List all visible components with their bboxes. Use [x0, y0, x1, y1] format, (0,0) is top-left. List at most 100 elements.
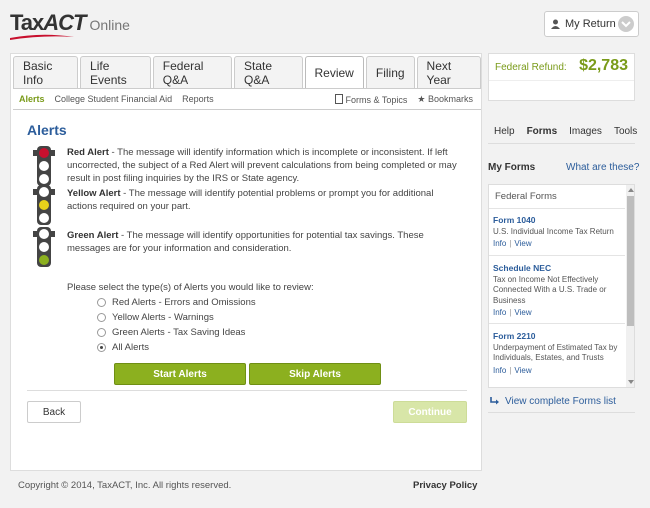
- forms-topics-label: Forms & Topics: [345, 95, 408, 105]
- form-description: Tax on Income Not Effectively Connected …: [493, 274, 607, 305]
- green-alert-description: Green Alert - The message will identify …: [33, 227, 463, 267]
- red-alert-description: Red Alert - The message will identify in…: [33, 146, 463, 186]
- yellow-traffic-light-icon: [33, 185, 55, 225]
- tab-filing[interactable]: Filing: [365, 56, 415, 88]
- alert-type-selector: Please select the type(s) of Alerts you …: [67, 282, 314, 353]
- subnav-reports[interactable]: Reports: [182, 94, 214, 104]
- tab-review[interactable]: Review: [304, 56, 364, 89]
- radio-label: Green Alerts - Tax Saving Ideas: [112, 327, 246, 338]
- radio-label: All Alerts: [112, 342, 149, 353]
- bookmarks-link[interactable]: ★ Bookmarks: [417, 94, 473, 105]
- tab-next-year[interactable]: Next Year: [416, 56, 482, 88]
- app-header: TaxACT Online My Return: [0, 0, 650, 48]
- skip-alerts-button[interactable]: Skip Alerts: [249, 363, 381, 385]
- form-description: Underpayment of Estimated Tax by Individ…: [493, 342, 618, 363]
- view-complete-label: View complete Forms list: [505, 396, 616, 407]
- refund-label: Federal Refund:: [495, 62, 567, 73]
- sidebar-tab-help[interactable]: Help: [494, 126, 515, 137]
- copyright-text: Copyright © 2014, TaxACT, Inc. All right…: [18, 480, 232, 491]
- scroll-up-icon[interactable]: [628, 188, 634, 192]
- tab-basic-info[interactable]: Basic Info: [13, 56, 79, 88]
- logo-act-text: ACT: [43, 10, 86, 35]
- logo-swoosh-icon: [10, 34, 74, 40]
- sidebar-tab-images[interactable]: Images: [569, 126, 602, 137]
- logo-online-text: Online: [89, 17, 130, 33]
- tab-state-qa[interactable]: State Q&A: [234, 56, 303, 88]
- radio-circle-icon: [97, 313, 106, 322]
- list-divider: [489, 323, 625, 324]
- radio-circle-icon: [97, 298, 106, 307]
- yellow-alert-name: Yellow Alert: [67, 188, 121, 199]
- form-view-link[interactable]: View: [514, 239, 531, 248]
- privacy-policy-link[interactable]: Privacy Policy: [413, 480, 477, 491]
- form-item-schedule-nec: Schedule NEC Tax on Income Not Effective…: [489, 263, 625, 319]
- form-name-link[interactable]: Form 1040: [493, 215, 621, 226]
- sub-navigation: Alerts College Student Financial Aid Rep…: [13, 88, 481, 110]
- form-name-link[interactable]: Form 2210: [493, 331, 621, 342]
- green-traffic-light-icon: [33, 227, 55, 267]
- tab-life-events[interactable]: Life Events: [80, 56, 151, 88]
- form-info-link[interactable]: Info: [493, 239, 506, 248]
- form-item-2210: Form 2210 Underpayment of Estimated Tax …: [489, 331, 625, 376]
- select-prompt: Please select the type(s) of Alerts you …: [67, 282, 314, 293]
- form-name-link[interactable]: Schedule NEC: [493, 263, 621, 274]
- list-divider: [489, 255, 625, 256]
- yellow-alert-text: - The message will identify potential pr…: [67, 188, 434, 212]
- sidebar-bottom-divider: [488, 412, 635, 413]
- view-complete-forms-link[interactable]: View complete Forms list: [490, 396, 616, 407]
- form-view-link[interactable]: View: [514, 366, 531, 375]
- form-item-1040: Form 1040 U.S. Individual Income Tax Ret…: [489, 215, 625, 250]
- user-icon: [551, 19, 560, 29]
- radio-yellow-alerts[interactable]: Yellow Alerts - Warnings: [97, 312, 314, 323]
- what-are-these-link[interactable]: What are these?: [566, 162, 639, 173]
- red-traffic-light-icon: [33, 146, 55, 186]
- subnav-right-links: Forms & Topics ★ Bookmarks: [334, 94, 473, 105]
- red-alert-text: - The message will identify information …: [67, 147, 457, 184]
- sidebar-divider: [488, 143, 635, 144]
- page-title: Alerts: [27, 122, 67, 138]
- subnav-alerts[interactable]: Alerts: [19, 94, 45, 104]
- scroll-down-icon[interactable]: [628, 380, 634, 384]
- radio-circle-icon: [97, 328, 106, 337]
- form-info-link[interactable]: Info: [493, 366, 506, 375]
- bookmarks-label: Bookmarks: [427, 94, 473, 104]
- return-arrow-icon: [490, 397, 499, 405]
- main-panel: Basic Info Life Events Federal Q&A State…: [10, 53, 482, 471]
- chevron-down-icon: [618, 16, 634, 32]
- my-return-label: My Return: [565, 18, 616, 30]
- subnav-college-aid[interactable]: College Student Financial Aid: [55, 94, 173, 104]
- logo-tax-text: Tax: [10, 10, 44, 35]
- my-return-button[interactable]: My Return: [544, 11, 639, 37]
- refund-box: Federal Refund: $2,783: [488, 53, 635, 101]
- forms-topics-link[interactable]: Forms & Topics: [334, 94, 408, 105]
- radio-green-alerts[interactable]: Green Alerts - Tax Saving Ideas: [97, 327, 314, 338]
- divider: [27, 390, 467, 391]
- green-alert-text: - The message will identify opportunitie…: [67, 230, 424, 254]
- radio-label: Yellow Alerts - Warnings: [112, 312, 214, 323]
- sidebar-tabs: Help Forms Images Tools: [494, 126, 637, 137]
- red-alert-name: Red Alert: [67, 147, 109, 158]
- radio-all-alerts[interactable]: All Alerts: [97, 342, 314, 353]
- forms-list[interactable]: Federal Forms Form 1040 U.S. Individual …: [488, 184, 635, 388]
- taxact-logo[interactable]: TaxACT Online: [10, 10, 130, 40]
- main-tabs: Basic Info Life Events Federal Q&A State…: [13, 56, 482, 89]
- radio-label: Red Alerts - Errors and Omissions: [112, 297, 256, 308]
- continue-button[interactable]: Continue: [393, 401, 467, 423]
- refund-divider: [489, 80, 634, 81]
- radio-red-alerts[interactable]: Red Alerts - Errors and Omissions: [97, 297, 314, 308]
- start-alerts-button[interactable]: Start Alerts: [114, 363, 246, 385]
- forms-scrollbar[interactable]: [626, 185, 634, 387]
- form-info-link[interactable]: Info: [493, 308, 506, 317]
- tab-federal-qa[interactable]: Federal Q&A: [152, 56, 233, 88]
- sidebar-tab-forms[interactable]: Forms: [527, 126, 558, 137]
- refund-value: $2,783: [579, 57, 628, 74]
- sidebar-tab-tools[interactable]: Tools: [614, 126, 637, 137]
- form-description: U.S. Individual Income Tax Return: [493, 226, 614, 236]
- back-button[interactable]: Back: [27, 401, 81, 423]
- my-forms-heading: My Forms: [488, 162, 536, 173]
- federal-forms-heading: Federal Forms: [489, 185, 625, 209]
- scroll-thumb[interactable]: [627, 196, 634, 326]
- green-alert-name: Green Alert: [67, 230, 119, 241]
- yellow-alert-description: Yellow Alert - The message will identify…: [33, 185, 463, 225]
- form-view-link[interactable]: View: [514, 308, 531, 317]
